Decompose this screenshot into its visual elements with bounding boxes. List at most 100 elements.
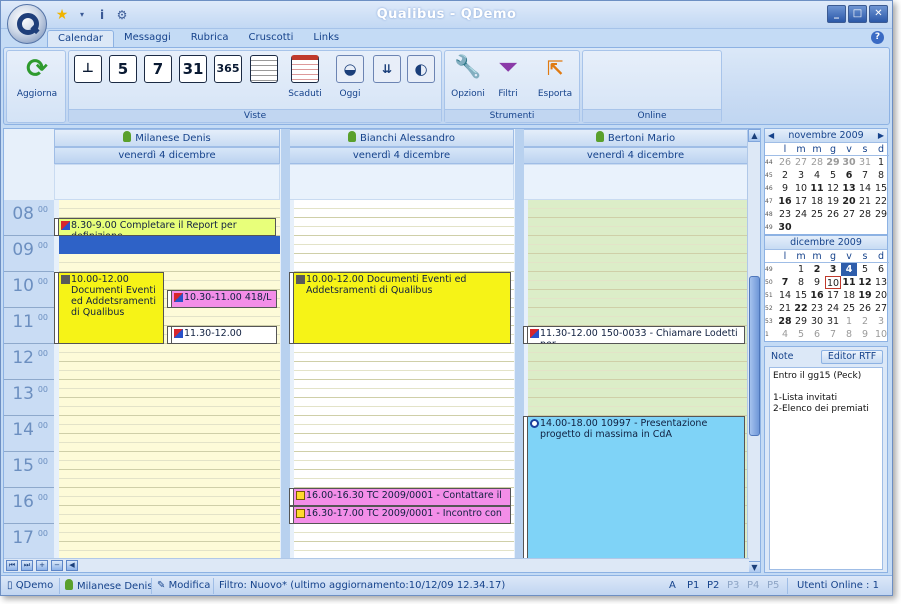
tab-rubrica[interactable]: Rubrica: [181, 30, 239, 47]
tab-calendar[interactable]: Calendar: [47, 30, 114, 47]
scroll-left-button[interactable]: ◀: [66, 560, 78, 571]
remove-resource-button[interactable]: −: [51, 560, 63, 571]
calendar-day[interactable]: 27: [873, 302, 889, 315]
calendar-day[interactable]: 28: [777, 315, 793, 328]
calendar-day[interactable]: 3: [825, 263, 841, 276]
calendar-day[interactable]: 5: [793, 328, 809, 341]
time-slot[interactable]: [59, 344, 280, 353]
calendar-day[interactable]: 9: [777, 182, 793, 195]
time-slot[interactable]: [294, 209, 514, 218]
calendar-day[interactable]: 27: [841, 208, 857, 221]
calendar-day[interactable]: 8: [873, 169, 889, 182]
editor-rtf-button[interactable]: Editor RTF: [821, 350, 883, 364]
time-slot[interactable]: [294, 461, 514, 470]
calendar-day[interactable]: 26: [777, 156, 793, 169]
moon-button[interactable]: ◐: [407, 55, 435, 83]
calendar-day[interactable]: 30: [777, 221, 793, 234]
calendar-day[interactable]: 30: [809, 315, 825, 328]
time-slot[interactable]: [59, 542, 280, 551]
calendar-day[interactable]: 31: [857, 156, 873, 169]
appointment[interactable]: 16.00-16.30 TC 2009/0001 - Contattare il: [289, 488, 511, 506]
time-slot[interactable]: [528, 263, 748, 272]
calendar-day[interactable]: 2: [857, 315, 873, 328]
resource-header-bianchi[interactable]: Bianchi Alessandro: [289, 129, 514, 147]
allday-area[interactable]: [523, 164, 748, 200]
time-slot[interactable]: [59, 416, 280, 425]
time-slot[interactable]: [528, 344, 748, 353]
year-view-button[interactable]: 365: [214, 55, 242, 83]
vertical-scrollbar[interactable]: ▲ ▼: [747, 129, 760, 572]
time-slot[interactable]: [294, 200, 514, 209]
calendar-day[interactable]: 4: [777, 328, 793, 341]
time-slot[interactable]: [294, 542, 514, 551]
calendar-day[interactable]: 7: [825, 328, 841, 341]
time-slot[interactable]: [294, 479, 514, 488]
calendar-day[interactable]: 1: [841, 315, 857, 328]
time-slot[interactable]: [528, 407, 748, 416]
calendar-day[interactable]: 1: [793, 263, 809, 276]
time-slot[interactable]: [294, 245, 514, 254]
time-slot[interactable]: [294, 218, 514, 227]
time-slot[interactable]: [294, 263, 514, 272]
calendar-day[interactable]: 20: [841, 195, 857, 208]
workweek-view-button[interactable]: 5: [109, 55, 137, 83]
grid-view-button[interactable]: [250, 55, 278, 83]
allday-area[interactable]: [54, 164, 280, 200]
appointment[interactable]: 8.30-9.00 Completare il Report per defin…: [54, 218, 276, 236]
time-slot[interactable]: [528, 227, 748, 236]
calendar-day[interactable]: 8: [841, 328, 857, 341]
time-slot[interactable]: [528, 281, 748, 290]
time-slot[interactable]: [294, 344, 514, 353]
time-slot[interactable]: [528, 254, 748, 263]
time-slot[interactable]: [59, 524, 280, 533]
time-slot[interactable]: [59, 407, 280, 416]
time-slot[interactable]: [528, 380, 748, 389]
next-month-icon[interactable]: ▶: [878, 129, 884, 142]
date-header[interactable]: venerdì 4 dicembre: [289, 147, 514, 164]
time-slot[interactable]: [294, 389, 514, 398]
date-header[interactable]: venerdì 4 dicembre: [54, 147, 280, 164]
calendar-day[interactable]: 31: [825, 315, 841, 328]
scroll-down-button[interactable]: ▼: [748, 561, 760, 572]
time-slot[interactable]: [528, 389, 748, 398]
tab-messaggi[interactable]: Messaggi: [114, 30, 181, 47]
calendar-day[interactable]: 29: [825, 156, 841, 169]
calendar-day[interactable]: 6: [841, 169, 857, 182]
time-slot[interactable]: [59, 389, 280, 398]
calendar-day[interactable]: 25: [841, 302, 857, 315]
time-slot[interactable]: [59, 263, 280, 272]
calendar-day[interactable]: 5: [857, 263, 873, 276]
calendar-day[interactable]: 24: [825, 302, 841, 315]
calendar-day[interactable]: 19: [857, 289, 873, 302]
resource-header-bertoni[interactable]: Bertoni Mario: [523, 129, 748, 147]
time-slot[interactable]: [294, 254, 514, 263]
time-slot[interactable]: [294, 353, 514, 362]
time-slot[interactable]: [59, 443, 280, 452]
time-slot[interactable]: [528, 209, 748, 218]
calendar-day[interactable]: 25: [809, 208, 825, 221]
esporta-button[interactable]: ⇱ Esporta: [535, 55, 575, 99]
time-slot[interactable]: [528, 362, 748, 371]
calendar-day[interactable]: 23: [809, 302, 825, 315]
calendar-day[interactable]: 28: [809, 156, 825, 169]
scroll-thumb[interactable]: [749, 276, 760, 436]
appointment[interactable]: 11.30-12.00: [167, 326, 277, 344]
opzioni-button[interactable]: 🔧 Opzioni: [451, 55, 485, 99]
calendar-day[interactable]: 13: [841, 182, 857, 195]
calendar-day[interactable]: 17: [793, 195, 809, 208]
maximize-button[interactable]: □: [848, 5, 867, 23]
calendar-day[interactable]: 18: [841, 289, 857, 302]
calendar-day[interactable]: 26: [825, 208, 841, 221]
calendar-day[interactable]: 16: [809, 289, 825, 302]
calendar-day[interactable]: 11: [809, 182, 825, 195]
app-menu-button[interactable]: [7, 4, 47, 44]
calendar-day[interactable]: 3: [793, 169, 809, 182]
tab-cruscotti[interactable]: Cruscotti: [238, 30, 303, 47]
time-slot[interactable]: [294, 470, 514, 479]
calendar-day[interactable]: 10: [793, 182, 809, 195]
allday-area[interactable]: [289, 164, 514, 200]
calendar-day[interactable]: 10: [825, 276, 841, 289]
calendar-day[interactable]: 21: [777, 302, 793, 315]
day-view-button[interactable]: ⊥: [74, 55, 102, 83]
time-slot[interactable]: [294, 425, 514, 434]
